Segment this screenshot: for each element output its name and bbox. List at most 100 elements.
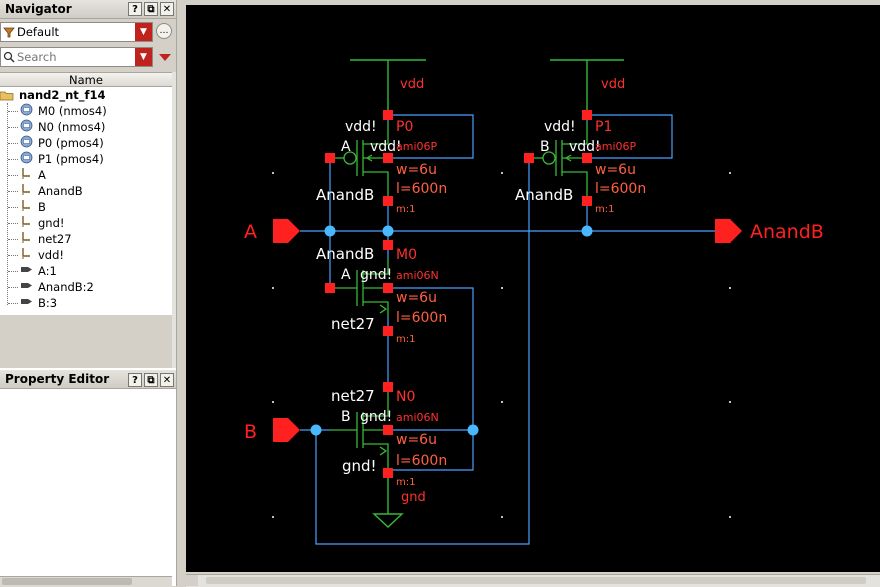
filter-value: Default xyxy=(17,25,60,39)
name-column-header[interactable]: Name xyxy=(0,72,172,87)
tree-root[interactable]: nand2_nt_f14 xyxy=(0,87,106,103)
name-column-label: Name xyxy=(69,73,103,87)
tree-item-label: AnandB:2 xyxy=(38,280,94,294)
tree-item-label: P1 (pmos4) xyxy=(38,152,104,166)
m0-name-label: M0 xyxy=(396,247,417,263)
tree-item-label: AnandB xyxy=(38,184,83,198)
tree-item[interactable]: B:3 xyxy=(20,295,57,311)
p1-l-label: l=600n xyxy=(595,181,646,197)
search-input[interactable] xyxy=(17,49,132,64)
n0-name-label: N0 xyxy=(396,389,415,405)
net-icon xyxy=(20,247,33,264)
p1-gate-label: B xyxy=(540,139,550,155)
filter-dropdown[interactable]: Default ▼ xyxy=(0,22,153,42)
pin-out-label: AnandB xyxy=(750,221,824,243)
tree-item-label: B xyxy=(38,200,46,214)
tree-item[interactable]: A:1 xyxy=(20,263,57,279)
wire-b-loop xyxy=(315,158,530,545)
m0-gate-label: A xyxy=(341,267,351,283)
tree-item[interactable]: vdd! xyxy=(20,247,64,263)
pin-b-symbol[interactable] xyxy=(273,418,300,442)
n0-m-label: m:1 xyxy=(396,477,415,488)
tree-item[interactable]: P0 (pmos4) xyxy=(20,135,104,151)
canvas-hscrollbar[interactable] xyxy=(186,574,880,587)
panel-splitter[interactable] xyxy=(176,0,185,586)
tree-item-label: P0 (pmos4) xyxy=(38,136,104,150)
navigator-help-button[interactable]: ? xyxy=(128,2,142,16)
tree-item-label: B:3 xyxy=(38,296,58,310)
p1-m-label: m:1 xyxy=(595,204,614,215)
instance-icon xyxy=(20,135,33,152)
tree-item[interactable]: N0 (nmos4) xyxy=(20,119,105,135)
schematic-canvas[interactable]: vdd vdd vdd! P0 A vdd! ami06P w=6u Anand… xyxy=(186,5,880,572)
p1-model-label: ami06P xyxy=(595,140,637,153)
chevron-down-icon: ▼ xyxy=(135,23,152,41)
tree-item-label: net27 xyxy=(38,232,72,246)
tree-item[interactable]: P1 (pmos4) xyxy=(20,151,104,167)
m0-model-label: ami06N xyxy=(396,269,439,282)
p0-name-label: P0 xyxy=(396,119,413,135)
property-editor-hscrollbar[interactable] xyxy=(0,576,172,587)
p1-w-label: w=6u xyxy=(595,162,636,178)
m0-l-label: l=600n xyxy=(396,310,447,326)
property-editor-close-button[interactable]: ✕ xyxy=(160,373,174,387)
navigator-tree: nand2_nt_f14 M0 (nmos4) N0 (nmos4) P0 (pmo… xyxy=(0,87,172,315)
schematic-drawing[interactable]: vdd vdd vdd! P0 A vdd! ami06P w=6u Anand… xyxy=(186,5,880,572)
tree-item[interactable]: AnandB xyxy=(20,183,83,199)
scroll-thumb[interactable] xyxy=(2,578,132,585)
tree-item[interactable]: M0 (nmos4) xyxy=(20,103,107,119)
net-icon xyxy=(20,167,33,184)
n0-bulk-label: gnd! xyxy=(360,409,392,425)
canvas-scroll-thumb[interactable] xyxy=(206,577,866,584)
net-icon xyxy=(20,231,33,248)
instance-icon xyxy=(20,151,33,168)
tree-item-label: gnd! xyxy=(38,216,65,230)
navigator-title: Navigator xyxy=(5,2,72,16)
m0-source-label: net27 xyxy=(331,315,375,333)
property-editor-float-button[interactable]: ⧉ xyxy=(144,373,158,387)
vdd-net-label-1: vdd xyxy=(400,77,424,92)
p0-gate-label: A xyxy=(341,139,351,155)
supply-symbols xyxy=(350,59,624,528)
instance-icon xyxy=(20,119,33,136)
p0-drain-label: AnandB xyxy=(316,186,374,204)
navigator-float-button[interactable]: ⧉ xyxy=(144,2,158,16)
navigator-close-button[interactable]: ✕ xyxy=(160,2,174,16)
tree-item-label: A xyxy=(38,168,46,182)
filter-icon xyxy=(3,27,15,38)
n0-drain-label: net27 xyxy=(331,387,375,405)
n0-model-label: ami06N xyxy=(396,411,439,424)
tree-item[interactable]: B xyxy=(20,199,46,215)
pin-a-symbol[interactable] xyxy=(273,219,300,243)
n0-source-label: gnd! xyxy=(342,457,377,475)
tree-item-label: vdd! xyxy=(38,248,65,262)
tree-item[interactable]: AnandB:2 xyxy=(20,279,94,295)
tree-item-label: N0 (nmos4) xyxy=(38,120,106,134)
tree-item[interactable]: gnd! xyxy=(20,215,65,231)
search-icon xyxy=(3,51,15,63)
tree-item-label: M0 (nmos4) xyxy=(38,104,107,118)
p0-l-label: l=600n xyxy=(396,181,447,197)
search-dropdown-icon: ▼ xyxy=(135,48,152,66)
m0-drain-label: AnandB xyxy=(316,245,374,263)
pin-out-symbol[interactable] xyxy=(715,219,742,243)
property-editor-help-button[interactable]: ? xyxy=(128,373,142,387)
tree-root-label: nand2_nt_f14 xyxy=(19,88,106,102)
grid-dots xyxy=(272,172,731,518)
p0-m-label: m:1 xyxy=(396,204,415,215)
search-box[interactable]: ▼ xyxy=(0,47,153,67)
m0-m-label: m:1 xyxy=(396,334,415,345)
more-options-button[interactable]: … xyxy=(156,23,172,39)
p0-bulk-label: vdd! xyxy=(345,119,377,135)
p0-model-label: ami06P xyxy=(396,140,438,153)
instance-icon xyxy=(20,103,33,120)
net-icon xyxy=(20,183,33,200)
pin-icon xyxy=(20,295,33,312)
tree-item[interactable]: net27 xyxy=(20,231,72,247)
n0-gate-label: B xyxy=(341,409,351,425)
pin-a-label: A xyxy=(244,221,257,243)
canvas-scroll-left-button[interactable] xyxy=(186,575,198,586)
tree-item[interactable]: A xyxy=(20,167,46,183)
search-filter-arrow-icon[interactable] xyxy=(159,54,171,62)
pin-icon xyxy=(20,279,33,296)
